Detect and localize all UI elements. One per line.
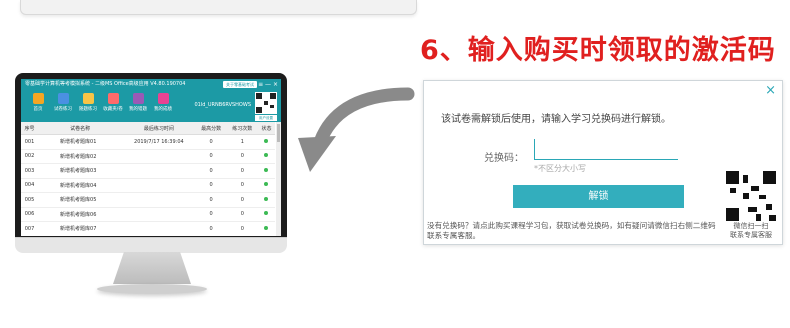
- col-time: 最后练习时间: [122, 122, 196, 135]
- small-qr-code: [255, 92, 277, 114]
- tool-scores[interactable]: 我的成绩: [152, 93, 174, 112]
- app-title: 零基础学计算机等考模拟系统 - 二级MS Office高级应用 V4.80.19…: [25, 81, 186, 87]
- home-icon: [32, 93, 44, 104]
- status-ok-icon: [264, 182, 269, 187]
- qr-caption: 微信扫一扫 联系专属客服: [730, 222, 772, 239]
- app-title-bar: 零基础学计算机等考模拟系统 - 二级MS Office高级应用 V4.80.19…: [21, 79, 281, 90]
- table-row[interactable]: 001 新增机考题库01 2019/7/17 16:39:04 0 1: [21, 134, 275, 150]
- tool-mistakes[interactable]: 我的错题: [127, 93, 149, 112]
- monitor-frame: 零基础学计算机等考模拟系统 - 二级MS Office高级应用 V4.80.19…: [15, 73, 287, 251]
- dialog-message: 该试卷需解锁后使用，请输入学习兑换码进行解锁。: [441, 114, 671, 125]
- close-icon[interactable]: ×: [765, 83, 776, 98]
- scroll-thumb[interactable]: [277, 124, 280, 142]
- unlock-button[interactable]: 解锁: [513, 185, 684, 208]
- col-count: 练习次数: [226, 122, 258, 135]
- table-scrollbar[interactable]: [276, 122, 281, 236]
- code-label: 兑换码：: [484, 153, 524, 164]
- window-controls[interactable]: ≡ — ×: [258, 79, 278, 90]
- code-input[interactable]: [534, 139, 678, 160]
- table-row[interactable]: 007 新增机考题库07 0 0: [21, 221, 275, 236]
- scores-icon: [157, 93, 169, 104]
- exam-icon: [57, 93, 69, 104]
- col-name: 试卷名称: [38, 122, 123, 135]
- col-score: 最高分数: [195, 122, 227, 135]
- status-ok-icon: [264, 196, 269, 201]
- mistakes-icon: [132, 93, 144, 104]
- col-status: 状态: [257, 122, 275, 135]
- status-ok-icon: [264, 225, 269, 230]
- tool-favorites[interactable]: 收藏夹/卷: [102, 93, 124, 112]
- status-ok-icon: [264, 153, 269, 158]
- curved-arrow-icon: [298, 87, 415, 172]
- status-ok-icon: [264, 167, 269, 172]
- top-decorative-bar: [20, 0, 417, 15]
- table-row[interactable]: 006 新增机考题库06 0 0: [21, 207, 275, 222]
- favorite-icon: [107, 93, 119, 104]
- user-settings-tag[interactable]: 用户设置: [255, 115, 277, 121]
- monitor-stand: [113, 252, 191, 284]
- case-hint: *不区分大小写: [534, 164, 586, 173]
- table-row[interactable]: 005 新增机考题库05 0 0: [21, 192, 275, 208]
- monitor-chin: [15, 237, 287, 253]
- step-headline: 6、输入购买时领取的激活码: [420, 35, 776, 66]
- wechat-qr-code: [726, 171, 776, 221]
- user-id: 01ld_URNB6RVSHOWS: [194, 102, 251, 108]
- app-toolbar: 首页 试卷练习 随题练习 收藏夹/卷 我的错题 我的成绩 01ld_URNB6R…: [21, 90, 281, 122]
- app-window: 零基础学计算机等考模拟系统 - 二级MS Office高级应用 V4.80.19…: [21, 79, 281, 236]
- tool-practice[interactable]: 试卷练习: [52, 93, 74, 112]
- table-row[interactable]: 002 新增机考题库02 0 0: [21, 149, 275, 164]
- tool-home[interactable]: 首页: [27, 93, 49, 112]
- monitor-base: [97, 284, 207, 294]
- col-no: 序号: [21, 122, 39, 135]
- status-ok-icon: [264, 138, 269, 143]
- tool-random[interactable]: 随题练习: [77, 93, 99, 112]
- exam-table: 序号 试卷名称 最后练习时间 最高分数 练习次数 状态 001 新增机考题库01 2…: [21, 122, 275, 236]
- random-icon: [82, 93, 94, 104]
- purchase-note[interactable]: 没有兑换码？请点此购买课程学习包，获取试卷兑换码，如有疑问请微信扫右侧二维码联系…: [427, 221, 719, 241]
- about-button[interactable]: 关于零基础考试: [223, 81, 257, 88]
- status-ok-icon: [264, 211, 269, 216]
- unlock-dialog: × 该试卷需解锁后使用，请输入学习兑换码进行解锁。 兑换码： *不区分大小写 解…: [423, 80, 783, 245]
- table-header: 序号 试卷名称 最后练习时间 最高分数 练习次数 状态: [21, 122, 275, 135]
- table-row[interactable]: 004 新增机考题库04 0 0: [21, 178, 275, 193]
- table-row[interactable]: 003 新增机考题库03 0 0: [21, 163, 275, 179]
